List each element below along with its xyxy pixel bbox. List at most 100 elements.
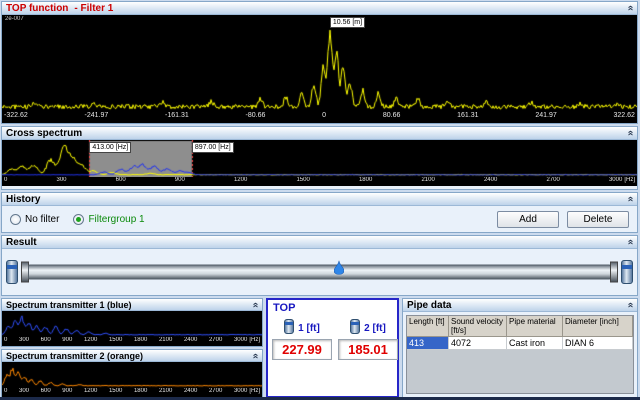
radio-icon-selected xyxy=(73,214,84,225)
transmitter-2-icon xyxy=(350,319,360,334)
panel-history: History « No filter Filtergroup 1 Add De… xyxy=(1,192,638,233)
collapse-icon[interactable]: « xyxy=(625,239,635,245)
y-axis-max-label: 2e-007 xyxy=(5,16,24,22)
x-tick: 900 xyxy=(62,337,72,343)
x-tick: 0 xyxy=(4,177,7,183)
collapse-icon[interactable]: « xyxy=(625,196,635,202)
panel-result: Result « xyxy=(1,235,638,296)
panel-header-pipe-data: Pipe data « xyxy=(403,299,637,312)
x-axis-ticks: 0 300 600 900 1200 1500 1800 2100 2400 2… xyxy=(2,177,637,186)
radio-label: Filtergroup 1 xyxy=(88,214,144,225)
panel-spectrum-1: Spectrum transmitter 1 (blue) « 0 300 60… xyxy=(1,298,263,347)
x-tick: 1800 xyxy=(359,177,372,183)
x-tick: 2400 xyxy=(484,177,497,183)
x-tick: 2100 xyxy=(159,337,172,343)
pipe-flange-right xyxy=(610,262,618,283)
filter-marker-left[interactable]: 413.00 [Hz] xyxy=(89,142,131,153)
column-header-length: Length [ft] xyxy=(407,316,449,337)
x-tick: 322.62 xyxy=(614,112,635,119)
panel-header-top-function: TOP function - Filter 1 « xyxy=(2,2,637,15)
x-tick: 80.66 xyxy=(383,112,401,119)
x-axis-unit: [Hz] xyxy=(624,177,635,183)
leak-drop-icon xyxy=(334,261,344,280)
x-tick: 2400 xyxy=(184,337,197,343)
x-tick: 3000 xyxy=(234,337,247,343)
panel-pipe-data: Pipe data « Length [ft] Sound velocity [… xyxy=(402,298,638,398)
active-filter-label: - Filter 1 xyxy=(74,3,113,14)
collapse-icon[interactable]: « xyxy=(625,5,635,11)
table-cell-sound-velocity[interactable]: 4072 xyxy=(449,337,507,350)
x-tick: 3000 xyxy=(609,177,622,183)
column-header-sound-velocity: Sound velocity [ft/s] xyxy=(449,316,507,337)
x-tick: 2400 xyxy=(184,388,197,394)
application-window: TOP function - Filter 1 « 2e-007 10.56 [… xyxy=(0,0,640,400)
panel-header-cross-spectrum: Cross spectrum « xyxy=(2,127,637,140)
correlation-graph: 2e-007 10.56 [m] -322.62 -241.97 -161.31… xyxy=(2,15,637,123)
panel-top-function: TOP function - Filter 1 « 2e-007 10.56 [… xyxy=(1,1,638,124)
panel-cross-spectrum: Cross spectrum « 413.00 [Hz] 897.00 [Hz]… xyxy=(1,126,638,190)
cross-spectrum-graph: 413.00 [Hz] 897.00 [Hz] 0 300 600 900 12… xyxy=(2,140,637,186)
pipe-data-table: Length [ft] Sound velocity [ft/s] Pipe m… xyxy=(406,315,634,394)
panel-header-result: Result « xyxy=(2,236,637,249)
table-cell-length[interactable]: 413 xyxy=(407,337,449,350)
panel-spectrum-2: Spectrum transmitter 2 (orange) « 0 300 … xyxy=(1,349,263,398)
radio-no-filter[interactable]: No filter xyxy=(10,214,59,225)
x-tick: 1800 xyxy=(134,388,147,394)
distance-value-2: 185.01 xyxy=(338,339,398,360)
transmitter-1-result: 1 [ft] 227.99 xyxy=(272,319,332,360)
x-tick: 0 xyxy=(322,112,326,119)
x-tick: 1500 xyxy=(109,337,122,343)
pipe-graphic xyxy=(2,249,637,295)
history-buttons: Add Delete xyxy=(497,211,629,228)
x-tick: 2700 xyxy=(546,177,559,183)
panel-header-spectrum-2: Spectrum transmitter 2 (orange) « xyxy=(2,350,262,362)
collapse-icon[interactable]: « xyxy=(625,130,635,136)
transmitter-2-icon xyxy=(621,260,633,284)
x-tick: 0 xyxy=(4,388,7,394)
x-tick: 300 xyxy=(19,337,29,343)
radio-filtergroup-1[interactable]: Filtergroup 1 xyxy=(73,214,144,225)
panel-title-history: History xyxy=(6,194,40,205)
distance-label-2: 2 [ft] xyxy=(364,323,386,334)
x-tick: 300 xyxy=(19,388,29,394)
panel-header-history: History « xyxy=(2,193,637,206)
x-tick: 600 xyxy=(41,388,51,394)
x-tick: 161.31 xyxy=(457,112,478,119)
table-empty-area xyxy=(407,350,633,393)
x-axis-unit: [Hz] xyxy=(249,337,260,343)
x-tick: 2100 xyxy=(159,388,172,394)
x-axis-ticks: 0 300 600 900 1200 1500 1800 2100 2400 2… xyxy=(2,388,262,397)
panel-title-result: Result xyxy=(6,237,37,248)
panel-title-pipe-data: Pipe data xyxy=(407,300,451,311)
x-tick: 241.97 xyxy=(535,112,556,119)
x-tick: 1200 xyxy=(84,388,97,394)
filter-marker-right[interactable]: 897.00 [Hz] xyxy=(192,142,234,153)
table-cell-pipe-material[interactable]: Cast iron xyxy=(507,337,563,350)
correlation-canvas[interactable] xyxy=(2,15,637,111)
transmitter-1-icon xyxy=(284,319,294,334)
collapse-icon[interactable]: « xyxy=(625,302,635,308)
x-tick: 600 xyxy=(116,177,126,183)
transmitter-2-result: 2 [ft] 185.01 xyxy=(338,319,398,360)
history-options-row: No filter Filtergroup 1 Add Delete xyxy=(2,206,637,233)
collapse-icon[interactable]: « xyxy=(250,353,260,359)
x-tick: 600 xyxy=(41,337,51,343)
x-tick: -80.66 xyxy=(246,112,266,119)
x-tick: 900 xyxy=(62,388,72,394)
top-result-items: 1 [ft] 227.99 2 [ft] 185.01 xyxy=(268,315,397,364)
add-button[interactable]: Add xyxy=(497,211,559,228)
collapse-icon[interactable]: « xyxy=(250,302,260,308)
spectrum-2-graph: 0 300 600 900 1200 1500 1800 2100 2400 2… xyxy=(2,362,262,397)
panel-title-cross-spectrum: Cross spectrum xyxy=(6,128,82,139)
panel-header-spectrum-1: Spectrum transmitter 1 (blue) « xyxy=(2,299,262,311)
table-cell-diameter[interactable]: DIAN 6 xyxy=(563,337,633,350)
delete-button[interactable]: Delete xyxy=(567,211,629,228)
pipe-body xyxy=(28,265,611,280)
radio-icon xyxy=(10,214,21,225)
x-tick: 1500 xyxy=(296,177,309,183)
x-tick: 0 xyxy=(4,337,7,343)
radio-label: No filter xyxy=(25,214,59,225)
x-axis-ticks: 0 300 600 900 1200 1500 1800 2100 2400 2… xyxy=(2,337,262,346)
x-tick: 2700 xyxy=(209,388,222,394)
panel-title-spectrum-2: Spectrum transmitter 2 (orange) xyxy=(6,351,143,361)
